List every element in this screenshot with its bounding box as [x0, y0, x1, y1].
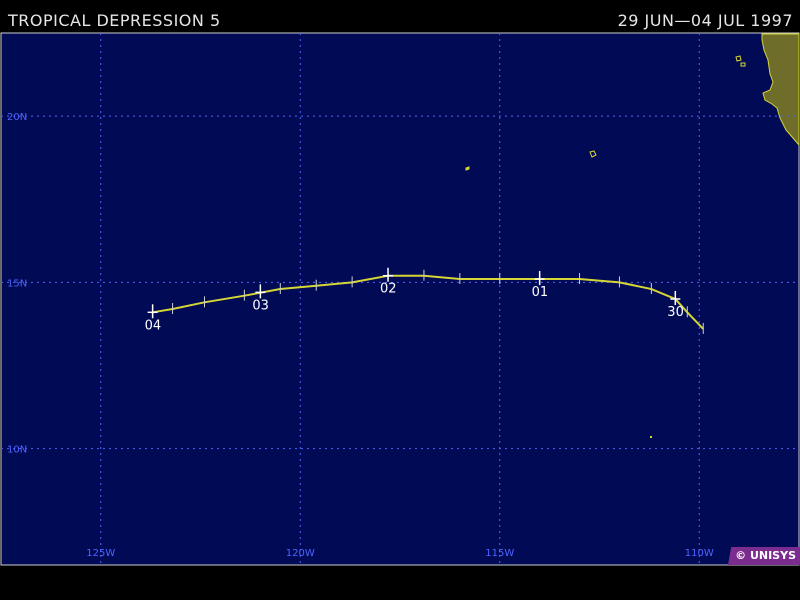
clarion-island — [465, 166, 470, 171]
storm-title: TROPICAL DEPRESSION 5 — [8, 11, 221, 30]
lon-tick-label: 120W — [286, 548, 315, 559]
storm-track-map: 30 01 02 03 04 20N 15N 10N 125W 120W 115W 110W — [0, 32, 800, 566]
date-range: 29 JUN—04 JUL 1997 — [617, 11, 793, 30]
lon-tick-label: 115W — [485, 548, 514, 559]
lat-tick-label: 10N — [7, 445, 27, 456]
lon-tick-label: 110W — [685, 548, 714, 559]
day-label: 04 — [145, 318, 162, 333]
header: TROPICAL DEPRESSION 5 29 JUN—04 JUL 1997 — [0, 0, 800, 33]
day-label: 02 — [380, 282, 397, 297]
clipperton-island — [650, 436, 652, 438]
lon-tick-label: 125W — [86, 548, 115, 559]
day-label: 03 — [252, 298, 269, 313]
day-label: 01 — [532, 285, 549, 300]
copyright-badge: © UNISYS — [721, 547, 800, 565]
lat-tick-label: 20N — [7, 112, 27, 123]
day-label: 30 — [667, 305, 684, 320]
lat-tick-label: 15N — [7, 278, 27, 289]
